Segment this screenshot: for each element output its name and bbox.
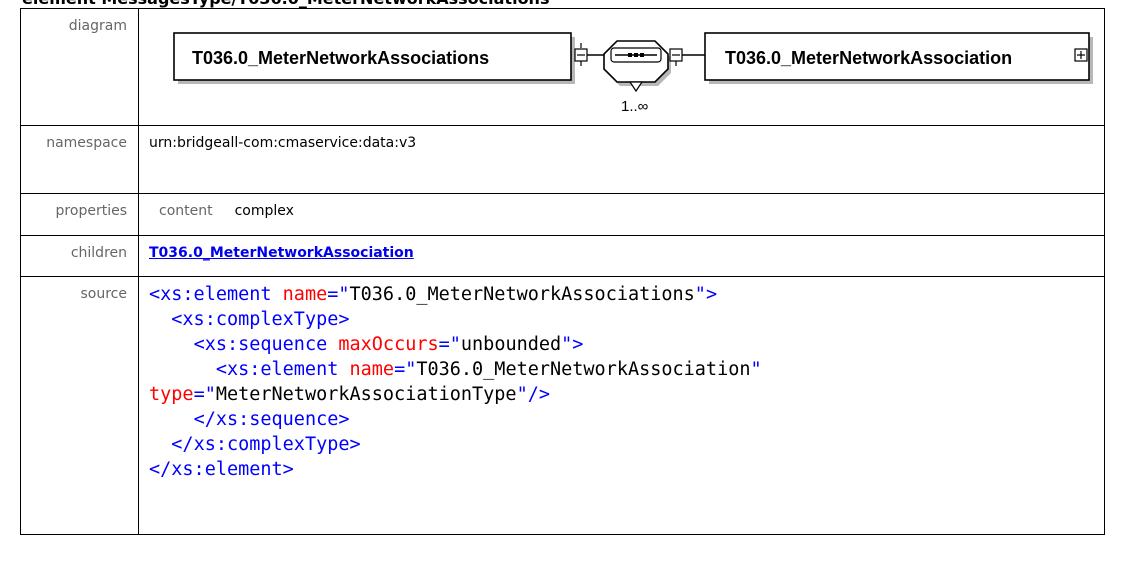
source-cell: <xs:element name="T036.0_MeterNetworkAss… bbox=[138, 276, 1105, 535]
child-element-label: T036.0_MeterNetworkAssociation bbox=[725, 48, 1012, 68]
diagram-label: diagram bbox=[20, 8, 139, 126]
parent-element-label: T036.0_MeterNetworkAssociations bbox=[192, 48, 489, 68]
schema-diagram-svg: T036.0_MeterNetworkAssociations 1..∞ T03… bbox=[173, 32, 1093, 115]
property-key-content: content bbox=[159, 203, 213, 219]
source-row: source <xs:element name="T036.0_MeterNet… bbox=[20, 276, 1105, 535]
properties-row: properties content complex bbox=[20, 193, 1105, 236]
namespace-value: urn:bridgeall-com:cmaservice:data:v3 bbox=[138, 125, 1105, 194]
namespace-row: namespace urn:bridgeall-com:cmaservice:d… bbox=[20, 125, 1105, 194]
source-line-5: type="MeterNetworkAssociationType"/> bbox=[149, 384, 550, 405]
child-link-meter-network-association[interactable]: T036.0_MeterNetworkAssociation bbox=[149, 245, 414, 261]
source-label: source bbox=[20, 276, 139, 535]
diagram-cell: T036.0_MeterNetworkAssociations 1..∞ T03… bbox=[138, 8, 1105, 126]
element-doc-table: diagram T036.0_MeterNetworkAssociations bbox=[20, 8, 1105, 535]
diagram-row: diagram T036.0_MeterNetworkAssociations bbox=[20, 8, 1105, 126]
children-cell: T036.0_MeterNetworkAssociation bbox=[138, 235, 1105, 277]
source-line-6: </xs:sequence> bbox=[193, 409, 350, 430]
properties-cell: content complex bbox=[138, 193, 1105, 236]
children-row: children T036.0_MeterNetworkAssociation bbox=[20, 235, 1105, 277]
source-line-4: <xs:element name="T036.0_MeterNetworkAss… bbox=[215, 359, 762, 380]
schema-diagram: T036.0_MeterNetworkAssociations 1..∞ T03… bbox=[149, 15, 1094, 115]
source-line-8: </xs:element> bbox=[149, 459, 294, 480]
cardinality-label: 1..∞ bbox=[621, 98, 649, 115]
source-line-7: </xs:complexType> bbox=[171, 434, 361, 455]
source-line-2: <xs:complexType> bbox=[171, 309, 350, 330]
namespace-label: namespace bbox=[20, 125, 139, 194]
properties-label: properties bbox=[20, 193, 139, 236]
property-value-content: complex bbox=[234, 203, 294, 219]
source-line-3: <xs:sequence maxOccurs="unbounded"> bbox=[193, 334, 584, 355]
children-label: children bbox=[20, 235, 139, 277]
source-line-1: <xs:element name="T036.0_MeterNetworkAss… bbox=[149, 284, 718, 305]
source-code-block: <xs:element name="T036.0_MeterNetworkAss… bbox=[149, 282, 1094, 482]
